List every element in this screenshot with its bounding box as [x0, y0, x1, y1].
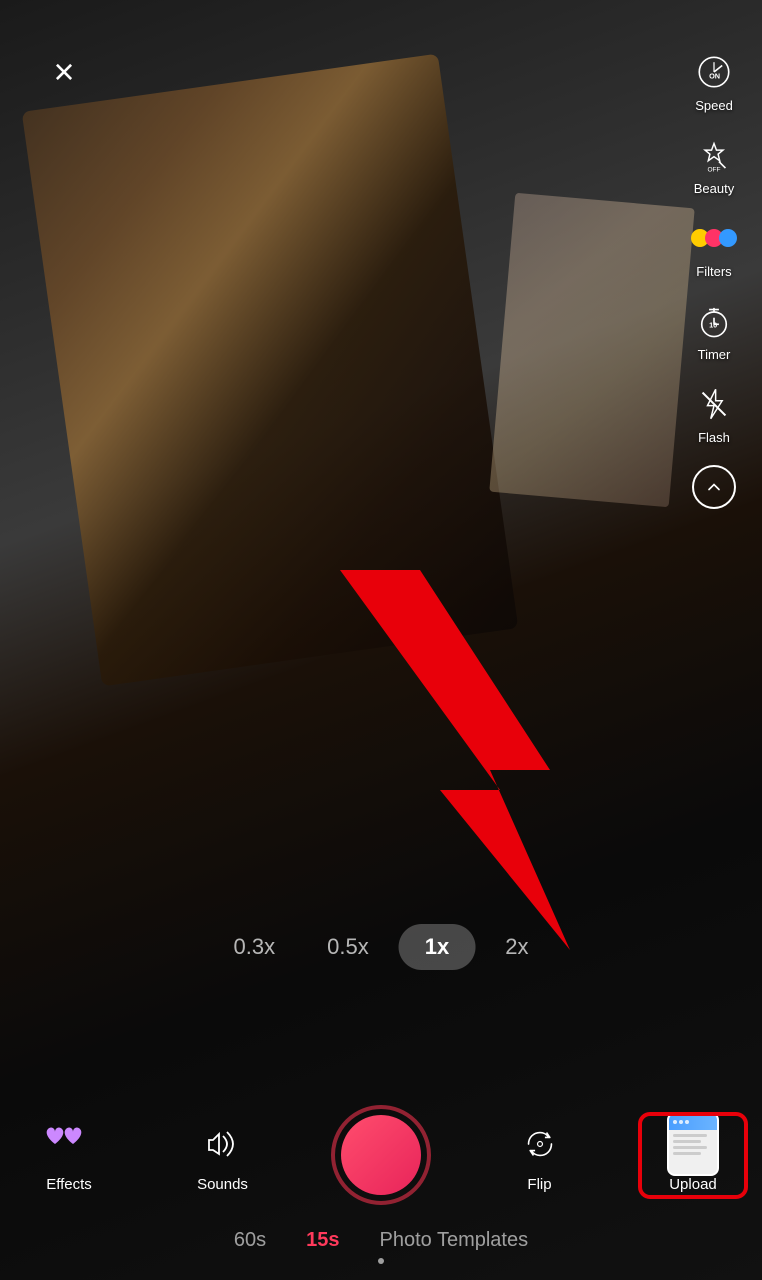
filters-icon — [692, 216, 736, 260]
filters-control[interactable]: Filters — [686, 210, 742, 285]
sounds-label: Sounds — [197, 1176, 248, 1193]
speed-control[interactable]: ON Speed — [686, 44, 742, 119]
flip-button[interactable]: Flip — [495, 1118, 585, 1193]
duration-15s[interactable]: 15s — [306, 1229, 339, 1252]
record-outer-ring — [331, 1105, 431, 1205]
svg-text:ON: ON — [709, 72, 720, 81]
speed-icon: ON — [692, 50, 736, 94]
duration-60s[interactable]: 60s — [234, 1229, 266, 1252]
duration-photo-templates[interactable]: Photo Templates — [380, 1229, 529, 1252]
sounds-icon — [197, 1118, 249, 1170]
flip-icon — [514, 1118, 566, 1170]
more-control[interactable] — [686, 459, 742, 515]
timer-label: Timer — [698, 347, 731, 362]
upload-button[interactable]: Upload — [648, 1118, 738, 1193]
timer-control[interactable]: 10 Timer — [686, 293, 742, 368]
beauty-label: Beauty — [694, 181, 734, 196]
speed-label: Speed — [695, 98, 733, 113]
upload-highlight — [638, 1112, 748, 1199]
bottom-toolbar: Effects Sounds — [0, 1085, 762, 1217]
timer-icon: 10 — [692, 299, 736, 343]
red-arrow-annotation — [260, 570, 580, 950]
effects-button[interactable]: Effects — [24, 1118, 114, 1193]
sounds-button[interactable]: Sounds — [178, 1118, 268, 1193]
bottom-area: Effects Sounds — [0, 1085, 762, 1280]
filters-label: Filters — [696, 264, 731, 279]
flash-label: Flash — [698, 430, 730, 445]
close-button[interactable]: × — [40, 48, 88, 96]
effects-label: Effects — [46, 1176, 92, 1193]
more-button[interactable] — [692, 465, 736, 509]
effects-icon — [43, 1118, 95, 1170]
duration-tabs: 60s 15s Photo Templates — [0, 1217, 762, 1258]
svg-text:10: 10 — [709, 321, 717, 330]
flip-label: Flip — [527, 1176, 551, 1193]
scroll-indicator-dot — [378, 1258, 384, 1264]
record-button[interactable] — [331, 1105, 431, 1205]
close-icon: × — [53, 54, 74, 90]
beauty-icon: OFF — [692, 133, 736, 177]
indicator-dot-container — [0, 1258, 762, 1280]
record-inner-circle — [341, 1115, 421, 1195]
flash-control[interactable]: Flash — [686, 376, 742, 451]
flash-icon — [692, 382, 736, 426]
beauty-control[interactable]: OFF Beauty — [686, 127, 742, 202]
svg-text:OFF: OFF — [707, 166, 720, 173]
right-controls-panel: ON Speed OFF Beauty Filters — [686, 44, 742, 515]
